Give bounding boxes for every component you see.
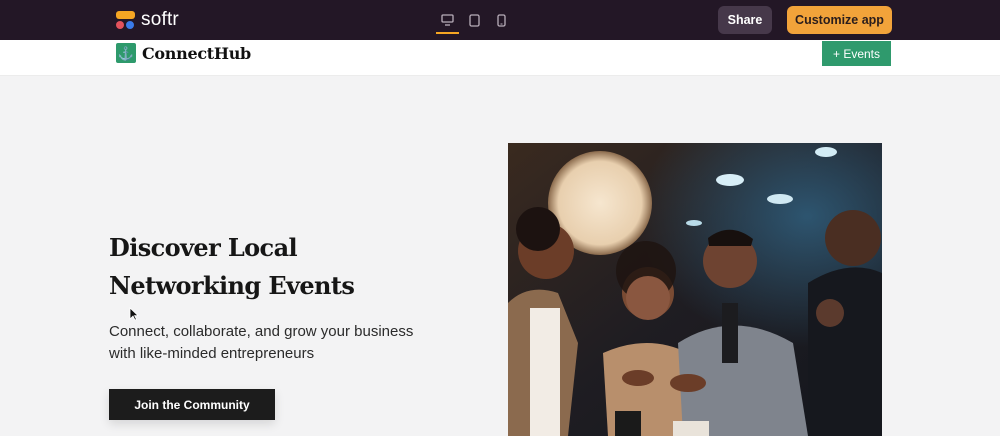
hero-subtitle: Connect, collaborate, and grow your busi… xyxy=(109,323,414,362)
brand-logo[interactable]: ⚓ ConnectHub xyxy=(116,43,251,63)
anchor-icon: ⚓ xyxy=(116,43,136,63)
softr-logo[interactable]: softr xyxy=(116,9,179,31)
desktop-icon xyxy=(441,14,454,26)
mobile-preview-button[interactable] xyxy=(491,8,512,32)
mobile-icon xyxy=(497,13,506,27)
join-community-button[interactable]: Join the Community xyxy=(109,389,275,420)
mouse-cursor-icon xyxy=(129,307,139,321)
device-preview-switch xyxy=(436,8,512,34)
tablet-icon xyxy=(469,13,480,27)
site-header: ⚓ ConnectHub + Events xyxy=(0,40,1000,76)
add-events-button[interactable]: + Events xyxy=(822,41,891,66)
editor-toolbar: softr Share Customize app xyxy=(0,0,1000,40)
softr-logo-text: softr xyxy=(141,9,179,30)
tablet-preview-button[interactable] xyxy=(464,8,485,32)
hero-title: Discover Local Networking Events xyxy=(109,233,355,300)
desktop-preview-button[interactable] xyxy=(436,8,459,34)
hero-image xyxy=(508,143,882,436)
brand-name: ConnectHub xyxy=(142,43,251,63)
customize-app-button[interactable]: Customize app xyxy=(787,6,892,34)
share-button[interactable]: Share xyxy=(718,6,772,34)
softr-logo-icon xyxy=(116,10,135,30)
